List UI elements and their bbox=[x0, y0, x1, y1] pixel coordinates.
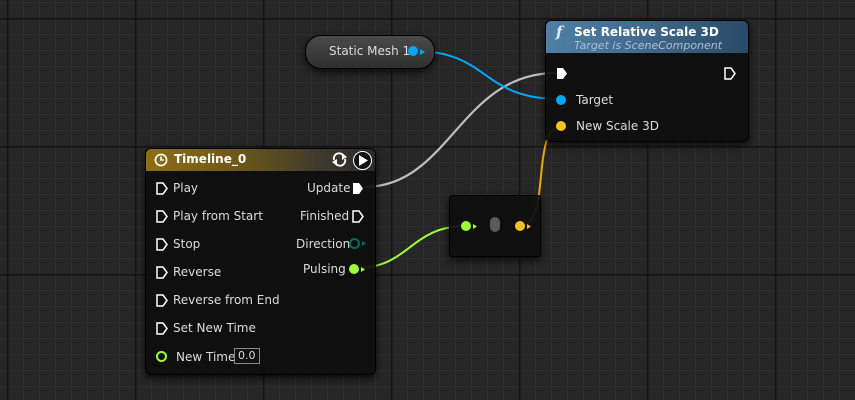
loop-icon[interactable] bbox=[330, 151, 349, 168]
clock-icon bbox=[154, 153, 168, 167]
new-time-label: New Time bbox=[176, 350, 236, 364]
new-time-pin[interactable] bbox=[156, 351, 167, 362]
static-mesh-variable-node[interactable]: Static Mesh 1 bbox=[305, 35, 435, 69]
timeline-node[interactable]: Timeline_0 Play Play from Start Stop Rev… bbox=[145, 148, 376, 375]
make-vector-icon bbox=[490, 217, 500, 232]
wire-exec-update-to-set-scale bbox=[363, 71, 557, 189]
pin-arrow-icon bbox=[361, 267, 365, 272]
function-icon: f bbox=[556, 23, 563, 41]
static-mesh-output-pin[interactable] bbox=[408, 46, 418, 56]
make-vector-float-input-pin[interactable] bbox=[461, 221, 471, 231]
reverse-pin[interactable] bbox=[156, 266, 168, 279]
play-pin[interactable] bbox=[156, 182, 168, 195]
new-scale-3d-pin[interactable] bbox=[556, 121, 566, 131]
target-pin[interactable] bbox=[556, 95, 566, 105]
stop-label: Stop bbox=[173, 237, 201, 251]
direction-pin[interactable] bbox=[349, 238, 360, 249]
finished-label: Finished bbox=[300, 209, 350, 223]
make-vector-vector-output-pin[interactable] bbox=[515, 221, 525, 231]
play-icon bbox=[359, 155, 368, 166]
timeline-title: Timeline_0 bbox=[174, 152, 247, 166]
timeline-header: Timeline_0 bbox=[146, 149, 375, 171]
set-relative-scale-3d-node[interactable]: f Set Relative Scale 3D Target is SceneC… bbox=[545, 20, 749, 142]
play-label: Play bbox=[173, 181, 199, 195]
set-new-time-label: Set New Time bbox=[173, 321, 256, 335]
set-scale-subtitle: Target is SceneComponent bbox=[574, 39, 723, 52]
static-mesh-label: Static Mesh 1 bbox=[329, 44, 411, 58]
pulsing-label: Pulsing bbox=[303, 262, 346, 276]
new-scale-3d-label: New Scale 3D bbox=[576, 119, 659, 133]
pulsing-pin[interactable] bbox=[349, 264, 359, 274]
pin-arrow-icon bbox=[420, 49, 425, 55]
new-time-input[interactable]: 0.0 bbox=[234, 348, 260, 364]
stop-pin[interactable] bbox=[156, 238, 168, 251]
set-scale-title: Set Relative Scale 3D bbox=[574, 25, 719, 39]
update-pin[interactable] bbox=[352, 182, 364, 195]
pin-arrow-icon bbox=[527, 224, 531, 229]
pin-arrow-icon bbox=[362, 241, 366, 246]
target-label: Target bbox=[576, 93, 614, 107]
reverse-from-end-label: Reverse from End bbox=[173, 293, 280, 307]
pin-arrow-icon bbox=[473, 224, 477, 229]
make-vector-node[interactable] bbox=[449, 195, 541, 257]
update-label: Update bbox=[307, 181, 351, 195]
exec-output-pin[interactable] bbox=[724, 67, 736, 80]
direction-label: Direction bbox=[296, 237, 351, 251]
play-from-start-label: Play from Start bbox=[173, 209, 263, 223]
auto-play-button[interactable] bbox=[353, 151, 372, 170]
reverse-label: Reverse bbox=[173, 265, 222, 279]
finished-pin[interactable] bbox=[352, 210, 364, 223]
play-from-start-pin[interactable] bbox=[156, 210, 168, 223]
set-scale-header: f Set Relative Scale 3D Target is SceneC… bbox=[546, 21, 748, 53]
exec-input-pin[interactable] bbox=[556, 67, 568, 80]
reverse-from-end-pin[interactable] bbox=[156, 294, 168, 307]
set-new-time-pin[interactable] bbox=[156, 322, 168, 335]
